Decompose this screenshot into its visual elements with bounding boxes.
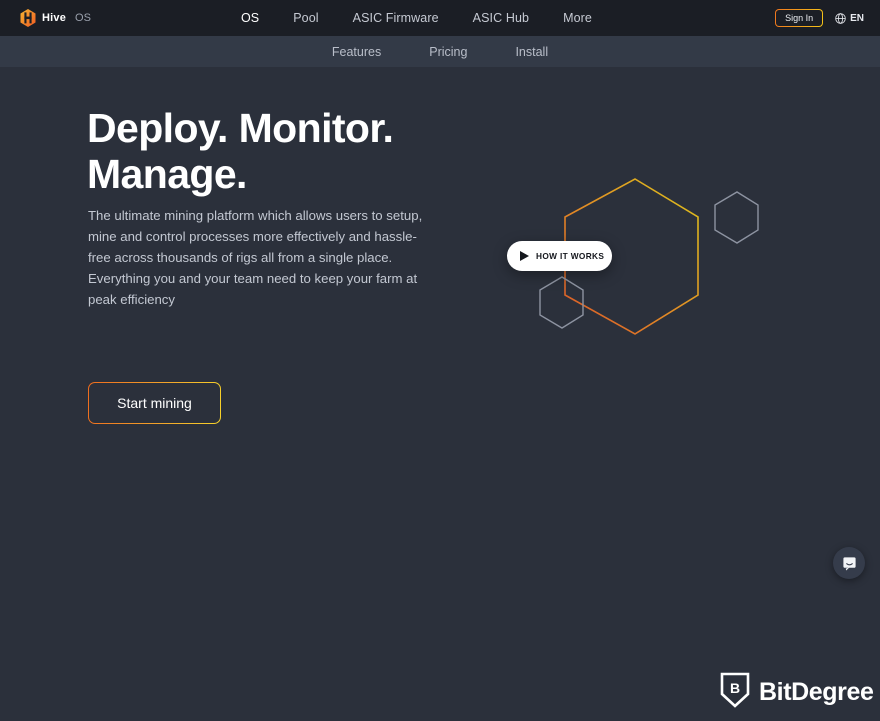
hive-hexagon-icon — [20, 9, 36, 27]
nav-item-more[interactable]: More — [563, 11, 592, 25]
secondary-nav-bar: Features Pricing Install — [0, 36, 880, 67]
solutions-section: ploy One solution for all systems Deploy… — [0, 387, 880, 721]
chat-widget-button[interactable] — [833, 547, 865, 579]
page-root: Hive OS OS Pool ASIC Firmware ASIC Hub M… — [0, 0, 880, 721]
subnav-item-install[interactable]: Install — [515, 45, 548, 59]
logo-brand-suffix: OS — [75, 12, 91, 24]
language-label: EN — [850, 12, 864, 24]
language-selector[interactable]: EN — [835, 13, 864, 24]
logo-brand-name: Hive — [42, 12, 67, 24]
hero-title: Deploy. Monitor. Manage. — [87, 105, 394, 197]
bitdegree-label: BitDegree — [759, 678, 874, 706]
site-logo[interactable]: Hive OS — [20, 9, 91, 27]
nav-item-asic-firmware[interactable]: ASIC Firmware — [353, 11, 439, 25]
play-icon — [520, 251, 529, 261]
subnav-item-pricing[interactable]: Pricing — [429, 45, 467, 59]
sign-in-button[interactable]: Sign In — [775, 9, 823, 27]
hero-subtitle: The ultimate mining platform which allow… — [88, 208, 423, 307]
nav-item-asic-hub[interactable]: ASIC Hub — [473, 11, 529, 25]
hero-section: Deploy. Monitor. Manage. The ultimate mi… — [0, 67, 880, 423]
svg-text:B: B — [730, 680, 740, 696]
primary-nav: OS Pool ASIC Firmware ASIC Hub More — [241, 11, 592, 25]
bitdegree-shield-icon: B — [720, 672, 750, 713]
nav-item-os[interactable]: OS — [241, 11, 259, 25]
bitdegree-watermark: B BitDegree — [720, 672, 874, 713]
nav-item-pool[interactable]: Pool — [293, 11, 318, 25]
how-it-works-label: HOW IT WORKS — [536, 251, 605, 261]
globe-icon — [835, 12, 846, 24]
chat-bubble-icon — [842, 556, 856, 571]
how-it-works-button[interactable]: HOW IT WORKS — [507, 241, 612, 271]
top-right-actions: Sign In EN — [775, 0, 864, 36]
top-navigation-bar: Hive OS OS Pool ASIC Firmware ASIC Hub M… — [0, 0, 880, 36]
subnav-item-features[interactable]: Features — [332, 45, 381, 59]
